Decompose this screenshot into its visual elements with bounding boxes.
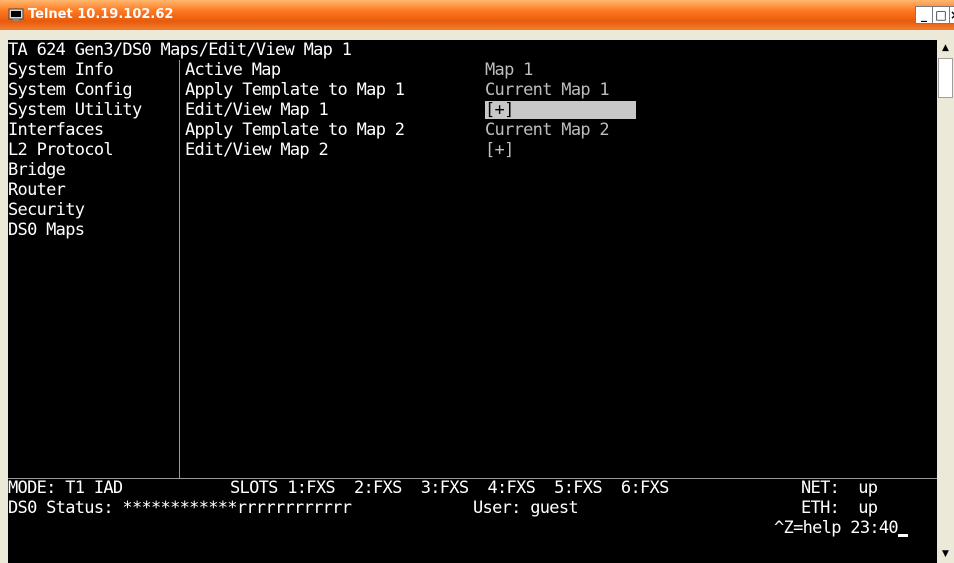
menu-item-system-info[interactable]: System Info xyxy=(8,60,114,80)
status-net: NET: up xyxy=(801,478,878,498)
scrollbar-thumb[interactable] xyxy=(938,58,953,98)
help-clock-text: ^Z=help 23:40 xyxy=(774,518,899,538)
status-eth: ETH: up xyxy=(801,498,878,518)
field-label-edit-view-map2: Edit/View Map 2 xyxy=(185,140,329,160)
field-label-apply-template-map2: Apply Template to Map 2 xyxy=(185,120,405,140)
status-ds0: DS0 Status: ************rrrrrrrrrrrr xyxy=(8,498,352,518)
status-user: User: guest xyxy=(473,498,579,518)
terminal-screen[interactable]: TA 624 Gen3/DS0 Maps/Edit/View Map 1 Sys… xyxy=(8,40,937,563)
field-value-edit-view-map2[interactable]: [+] xyxy=(485,140,514,160)
scroll-up-arrow-icon[interactable]: ▲ xyxy=(937,40,954,57)
field-label-active-map: Active Map xyxy=(185,60,281,80)
field-label-edit-view-map1: Edit/View Map 1 xyxy=(185,100,329,120)
telnet-app-icon xyxy=(8,8,24,21)
vertical-scrollbar[interactable]: ▲ ▼ xyxy=(937,40,954,563)
field-value-active-map[interactable]: Map 1 xyxy=(485,60,533,80)
field-value-apply-template-map2[interactable]: Current Map 2 xyxy=(485,120,610,140)
status-help-clock: ^Z=help 23:40 xyxy=(774,518,908,538)
window-title: Telnet 10.19.102.62 xyxy=(28,7,174,22)
menu-item-system-utility[interactable]: System Utility xyxy=(8,100,142,120)
field-value-apply-template-map1[interactable]: Current Map 1 xyxy=(485,80,610,100)
minimize-button[interactable]: _ xyxy=(915,6,933,24)
status-mode: MODE: T1 IAD xyxy=(8,478,123,498)
menu-item-system-config[interactable]: System Config xyxy=(8,80,133,100)
menu-item-interfaces[interactable]: Interfaces xyxy=(8,120,104,140)
menu-item-router[interactable]: Router xyxy=(8,180,66,200)
scroll-down-arrow-icon[interactable]: ▼ xyxy=(937,546,954,563)
menu-item-security[interactable]: Security xyxy=(8,200,85,220)
menu-item-bridge[interactable]: Bridge xyxy=(8,160,66,180)
terminal-cursor xyxy=(897,534,908,537)
close-button[interactable]: × xyxy=(949,6,954,24)
title-bar[interactable]: Telnet 10.19.102.62 _ □ × xyxy=(0,0,954,30)
terminal-header-path: TA 624 Gen3/DS0 Maps/Edit/View Map 1 xyxy=(8,40,352,60)
status-slots: SLOTS 1:FXS 2:FXS 3:FXS 4:FXS 5:FXS 6:FX… xyxy=(230,478,669,498)
menu-divider xyxy=(179,60,180,478)
maximize-button[interactable]: □ xyxy=(932,6,950,24)
menu-item-ds0-maps[interactable]: DS0 Maps xyxy=(8,220,85,240)
menu-item-l2-protocol[interactable]: L2 Protocol xyxy=(8,140,114,160)
field-label-apply-template-map1: Apply Template to Map 1 xyxy=(185,80,405,100)
field-value-edit-view-map1-selected[interactable]: [+] xyxy=(485,101,636,119)
